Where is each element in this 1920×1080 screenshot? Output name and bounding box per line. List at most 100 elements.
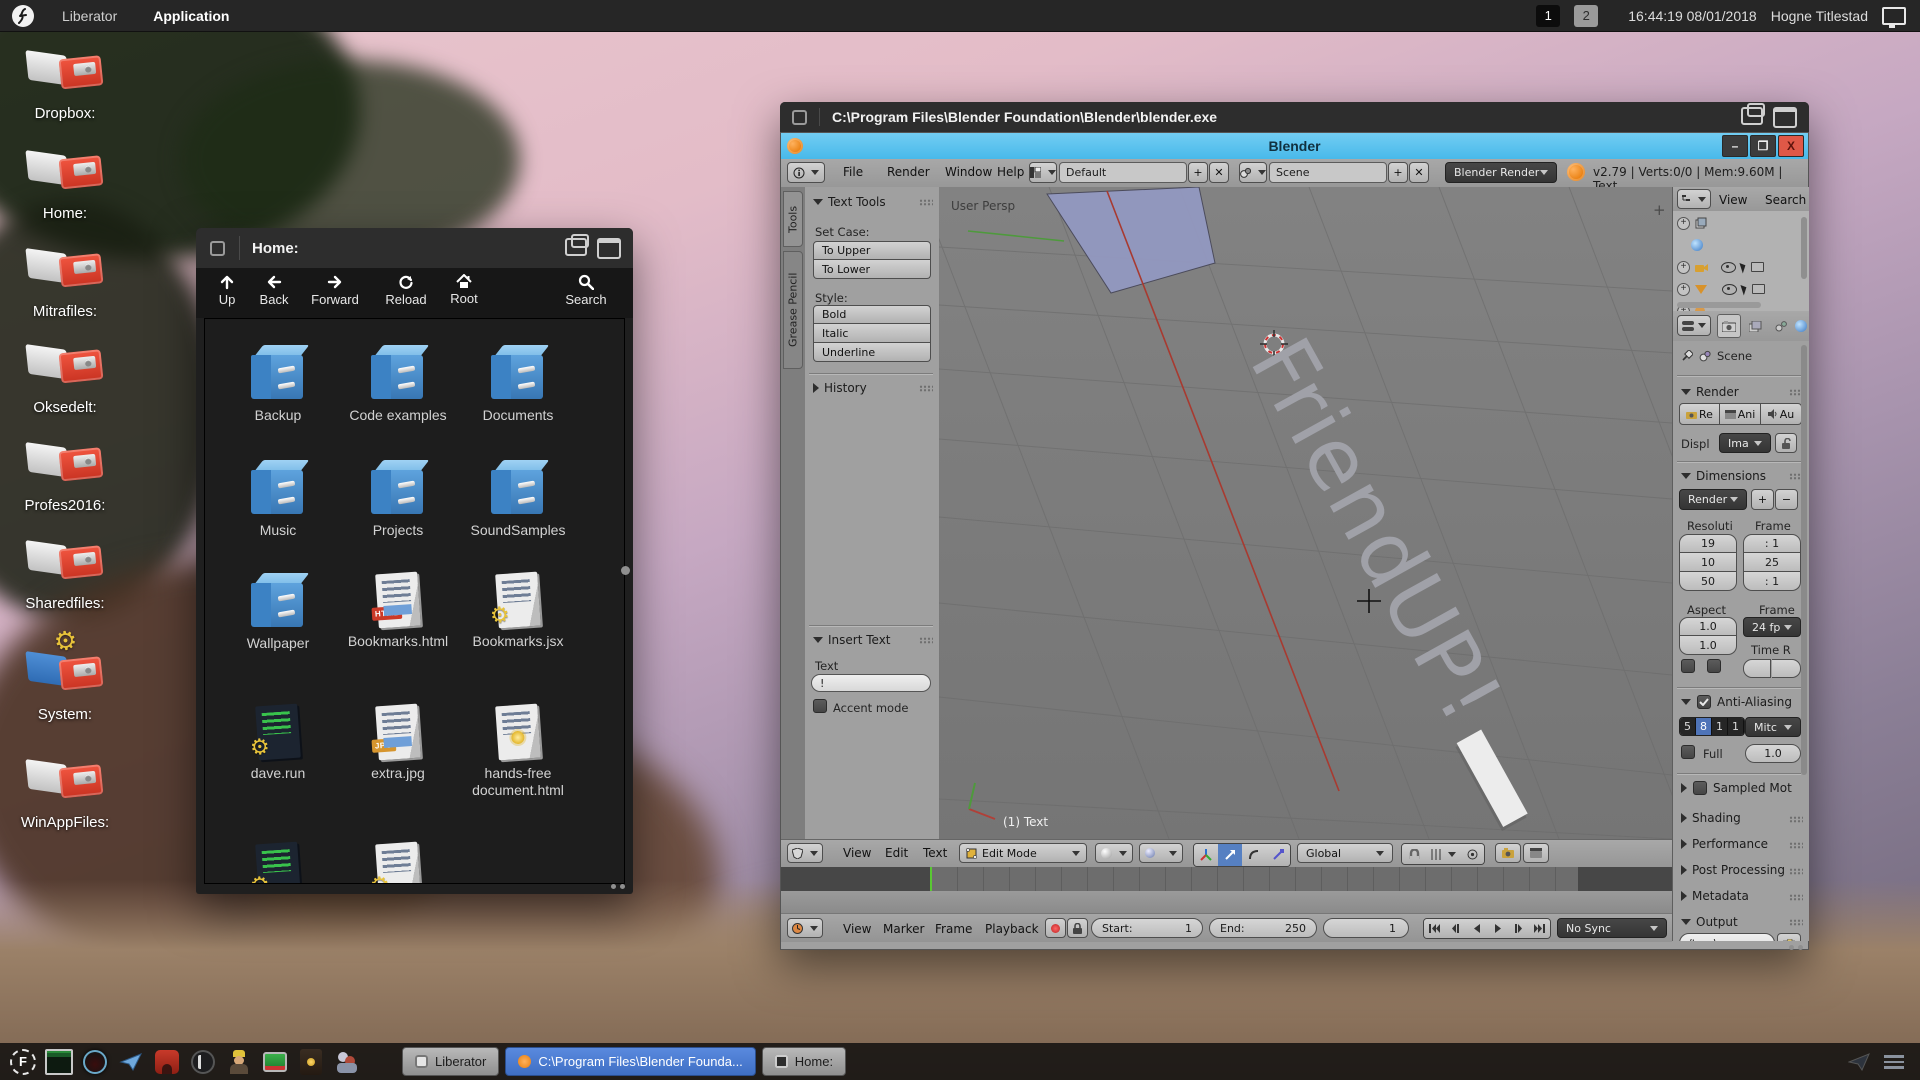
file-item[interactable]: SoundSamples [463, 456, 573, 569]
next-keyframe-button[interactable] [1508, 919, 1529, 938]
file-item[interactable]: Wallpaper [223, 569, 333, 701]
full-sample-checkbox[interactable] [1681, 745, 1695, 759]
render-anim-button[interactable]: Ani [1720, 403, 1761, 425]
expand-icon[interactable]: + [1677, 217, 1690, 230]
manipulator-scale-button[interactable] [1266, 844, 1290, 866]
expand-icon[interactable]: + [1677, 261, 1690, 274]
properties-editor-selector[interactable] [1677, 315, 1711, 336]
antialiasing-panel-header[interactable]: Anti-Aliasing [1681, 695, 1792, 709]
dock-users-icon[interactable] [332, 1047, 362, 1077]
up-button[interactable]: Up [210, 274, 244, 307]
border-checkbox[interactable] [1681, 659, 1695, 673]
bold-button[interactable]: Bold [813, 305, 931, 324]
output-panel-header[interactable]: Output [1681, 915, 1738, 929]
dock-friend-icon[interactable]: F [8, 1047, 38, 1077]
window-titlebar[interactable]: Home: [196, 228, 633, 269]
tl-menu-playback[interactable]: Playback [985, 922, 1039, 936]
current-frame-field[interactable]: 1 [1323, 918, 1409, 938]
scene-field[interactable]: Scene [1269, 162, 1387, 183]
sync-mode-select[interactable]: No Sync [1557, 918, 1667, 938]
frame-step-field[interactable]: : 1 [1743, 572, 1801, 591]
antialiasing-checkbox[interactable] [1697, 695, 1711, 709]
to-lower-button[interactable]: To Lower [813, 260, 931, 279]
outliner-menu-view[interactable]: View [1719, 193, 1747, 207]
shading-select[interactable] [1095, 843, 1133, 863]
opengl-render-button[interactable] [1495, 843, 1521, 863]
play-button[interactable] [1487, 919, 1508, 938]
friend-logo-icon[interactable] [12, 5, 34, 27]
filter-size-field[interactable]: 1.0 [1745, 744, 1801, 763]
display-lock-button[interactable] [1775, 433, 1797, 453]
render-preset-select[interactable]: Render [1679, 489, 1747, 510]
tl-menu-frame[interactable]: Frame [935, 922, 972, 936]
panel-grip[interactable] [919, 637, 933, 644]
menu-application[interactable]: Application [135, 8, 247, 24]
desktop-icon[interactable]: Mitrafiles: [10, 247, 120, 320]
dimensions-panel-header[interactable]: Dimensions [1681, 469, 1766, 483]
outliner-menu-search[interactable]: Search [1765, 193, 1806, 207]
maximize-icon[interactable] [597, 238, 621, 259]
desktop-icon[interactable]: Dropbox: [10, 49, 120, 122]
add-layout-button[interactable]: + [1188, 162, 1208, 183]
panel-grip[interactable] [1789, 894, 1803, 901]
aspect-y-field[interactable]: 1.0 [1679, 636, 1737, 655]
outliner-row-renderlayers[interactable]: + [1677, 213, 1707, 233]
visibility-eye-icon[interactable] [1721, 262, 1736, 273]
manipulator-rotate-button[interactable] [1242, 844, 1266, 866]
history-panel-header[interactable]: History [813, 381, 867, 395]
file-item[interactable]: Code examples [343, 341, 453, 456]
text-tools-panel-header[interactable]: Text Tools [813, 195, 886, 209]
tab-tools[interactable]: Tools [783, 191, 803, 247]
dock-chat-icon[interactable] [152, 1047, 182, 1077]
file-item[interactable]: ⚙ dave.run [223, 701, 333, 839]
menu-help[interactable]: Help [997, 165, 1024, 179]
maximize-icon[interactable] [1773, 107, 1797, 128]
tl-menu-view[interactable]: View [843, 922, 871, 936]
panel-grip[interactable] [919, 385, 933, 392]
dock-screenshare-icon[interactable] [260, 1047, 290, 1077]
dock-avatar-icon[interactable] [224, 1047, 254, 1077]
render-engine-select[interactable]: Blender Render [1445, 162, 1557, 183]
time-remap-new-field[interactable] [1772, 659, 1801, 678]
sampled-motion-panel-header[interactable]: Sampled Mot [1681, 781, 1792, 795]
remove-layout-button[interactable]: ✕ [1209, 162, 1229, 183]
minimize-button[interactable]: – [1722, 135, 1748, 157]
output-path-field[interactable]: /tmp\ [1679, 933, 1775, 941]
to-upper-button[interactable]: To Upper [813, 241, 931, 260]
timeline-ruler[interactable] [781, 891, 1672, 914]
tab-grease-pencil[interactable]: Grease Pencil [783, 251, 803, 369]
workspace-1-button[interactable]: 1 [1536, 5, 1560, 27]
snap-element-button[interactable] [1426, 844, 1460, 864]
dock-gauge-icon[interactable] [80, 1047, 110, 1077]
file-item[interactable]: hands-free document.html [463, 701, 573, 839]
menu-render[interactable]: Render [887, 165, 930, 179]
scroll-indicator[interactable] [621, 566, 630, 575]
window-menu-icon[interactable] [792, 110, 807, 125]
file-item[interactable]: ⚙ [223, 839, 333, 884]
file-item[interactable]: Backup [223, 341, 333, 456]
menu-liberator[interactable]: Liberator [44, 8, 135, 24]
pin-icon[interactable] [1681, 350, 1693, 362]
expand-icon[interactable]: + [1677, 283, 1690, 296]
close-button[interactable]: X [1778, 135, 1804, 157]
tab-scene-properties[interactable] [1769, 314, 1793, 338]
file-item[interactable]: Projects [343, 456, 453, 569]
timeline-editor-selector[interactable] [787, 918, 823, 938]
panel-grip[interactable] [1789, 868, 1803, 875]
screen-layout-icon[interactable] [1029, 162, 1057, 183]
desktop-icon[interactable]: Profes2016: [10, 441, 120, 514]
underline-button[interactable]: Underline [813, 343, 931, 362]
italic-button[interactable]: Italic [813, 324, 931, 343]
insert-text-input[interactable]: ! [811, 674, 931, 692]
resolution-y-field[interactable]: 10 [1679, 553, 1737, 572]
jump-start-button[interactable] [1424, 919, 1445, 938]
workspace-2-button[interactable]: 2 [1574, 5, 1598, 27]
reload-button[interactable]: Reload [380, 274, 432, 307]
menu-file[interactable]: File [843, 165, 863, 179]
aa-samples-11[interactable]: 1 [1712, 718, 1728, 735]
file-item[interactable]: HTML Bookmarks.html HTML [343, 569, 453, 701]
menu-window[interactable]: Window [945, 165, 992, 179]
tab-world-properties[interactable] [1795, 314, 1807, 338]
panel-grip[interactable] [919, 199, 933, 206]
vp-menu-text[interactable]: Text [923, 846, 947, 860]
